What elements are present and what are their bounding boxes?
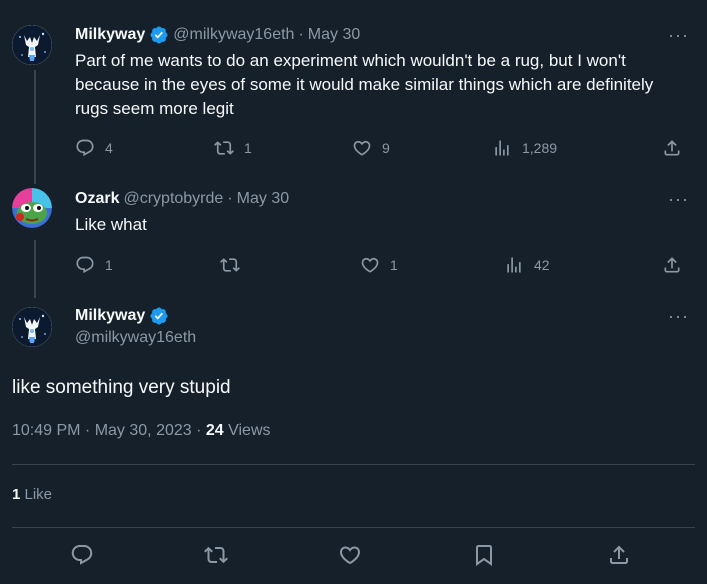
like-count: 1 <box>390 257 398 273</box>
verified-badge-icon <box>149 25 169 45</box>
retweet-button[interactable] <box>204 543 228 567</box>
tweet-text: Part of me wants to do an experiment whi… <box>75 51 654 118</box>
views-button[interactable]: 1,289 <box>492 136 557 160</box>
reply-count: 1 <box>105 257 113 273</box>
share-icon <box>662 255 682 275</box>
tweet-timestamp: 10:49 PM · May 30, 2023 · 24 Views <box>12 422 271 440</box>
analytics-icon <box>504 255 524 275</box>
retweet-button[interactable] <box>220 253 250 277</box>
bookmark-icon <box>472 543 496 567</box>
verified-badge-icon <box>149 306 169 326</box>
views-label: Views <box>223 422 271 439</box>
reply-icon <box>75 255 95 275</box>
divider <box>12 464 695 465</box>
thread-line <box>34 70 36 184</box>
avatar[interactable] <box>12 307 52 347</box>
heart-icon <box>360 255 380 275</box>
tweet-date[interactable]: May 30 <box>308 26 360 44</box>
like-button[interactable]: 1 <box>360 253 398 277</box>
retweet-count: 1 <box>244 140 252 156</box>
like-count: 9 <box>382 140 390 156</box>
tweet-date[interactable]: May 30 <box>237 190 289 208</box>
reply-count: 4 <box>105 140 113 156</box>
bookmark-button[interactable] <box>472 543 496 567</box>
avatar[interactable] <box>12 188 52 228</box>
retweet-button[interactable]: 1 <box>214 136 252 160</box>
reply-icon <box>70 543 94 567</box>
thread-line <box>34 240 36 298</box>
more-icon[interactable]: ··· <box>668 190 689 208</box>
likes-label: Like <box>20 486 53 503</box>
views-count: 1,289 <box>522 140 558 156</box>
author-handle[interactable]: @milkyway16eth <box>173 26 294 44</box>
separator: · <box>227 190 233 207</box>
retweet-icon <box>204 543 228 567</box>
heart-icon <box>352 138 372 158</box>
separator: · <box>298 26 304 43</box>
author-name[interactable]: Milkyway <box>75 307 145 325</box>
divider <box>12 527 695 528</box>
reply-icon <box>75 138 95 158</box>
views-button[interactable]: 42 <box>504 253 550 277</box>
likes-summary[interactable]: 1 Like <box>12 486 52 503</box>
retweet-icon <box>214 138 234 158</box>
main-author: Milkyway @milkyway16eth <box>75 305 196 347</box>
timestamp-text[interactable]: 10:49 PM · May 30, 2023 · <box>12 422 206 439</box>
main-tweet-text: like something very stupid <box>12 377 231 398</box>
views-count: 42 <box>534 257 550 273</box>
avatar[interactable] <box>12 25 52 65</box>
reply-button[interactable]: 1 <box>75 253 113 277</box>
share-icon <box>662 138 682 158</box>
retweet-icon <box>220 255 240 275</box>
tweet-header: Ozark @cryptobyrde · May 30 <box>75 188 289 210</box>
author-name[interactable]: Milkyway <box>75 26 145 44</box>
tweet-header: Milkyway @milkyway16eth · May 30 <box>75 24 360 46</box>
author-name[interactable]: Ozark <box>75 190 119 208</box>
more-icon[interactable]: ··· <box>668 26 689 44</box>
analytics-icon <box>492 138 512 158</box>
like-button[interactable]: 9 <box>352 136 390 160</box>
tweet-text: Like what <box>75 215 147 234</box>
share-button[interactable] <box>662 253 682 277</box>
share-button[interactable] <box>662 136 682 160</box>
heart-icon <box>338 543 362 567</box>
like-button[interactable] <box>338 543 362 567</box>
share-button[interactable] <box>607 543 631 567</box>
reply-button[interactable] <box>70 543 94 567</box>
views-count: 24 <box>205 422 224 439</box>
reply-button[interactable]: 4 <box>75 136 113 160</box>
share-icon <box>607 543 631 567</box>
author-handle[interactable]: @cryptobyrde <box>123 190 223 208</box>
more-icon[interactable]: ··· <box>668 307 689 325</box>
author-handle[interactable]: @milkyway16eth <box>75 329 196 347</box>
